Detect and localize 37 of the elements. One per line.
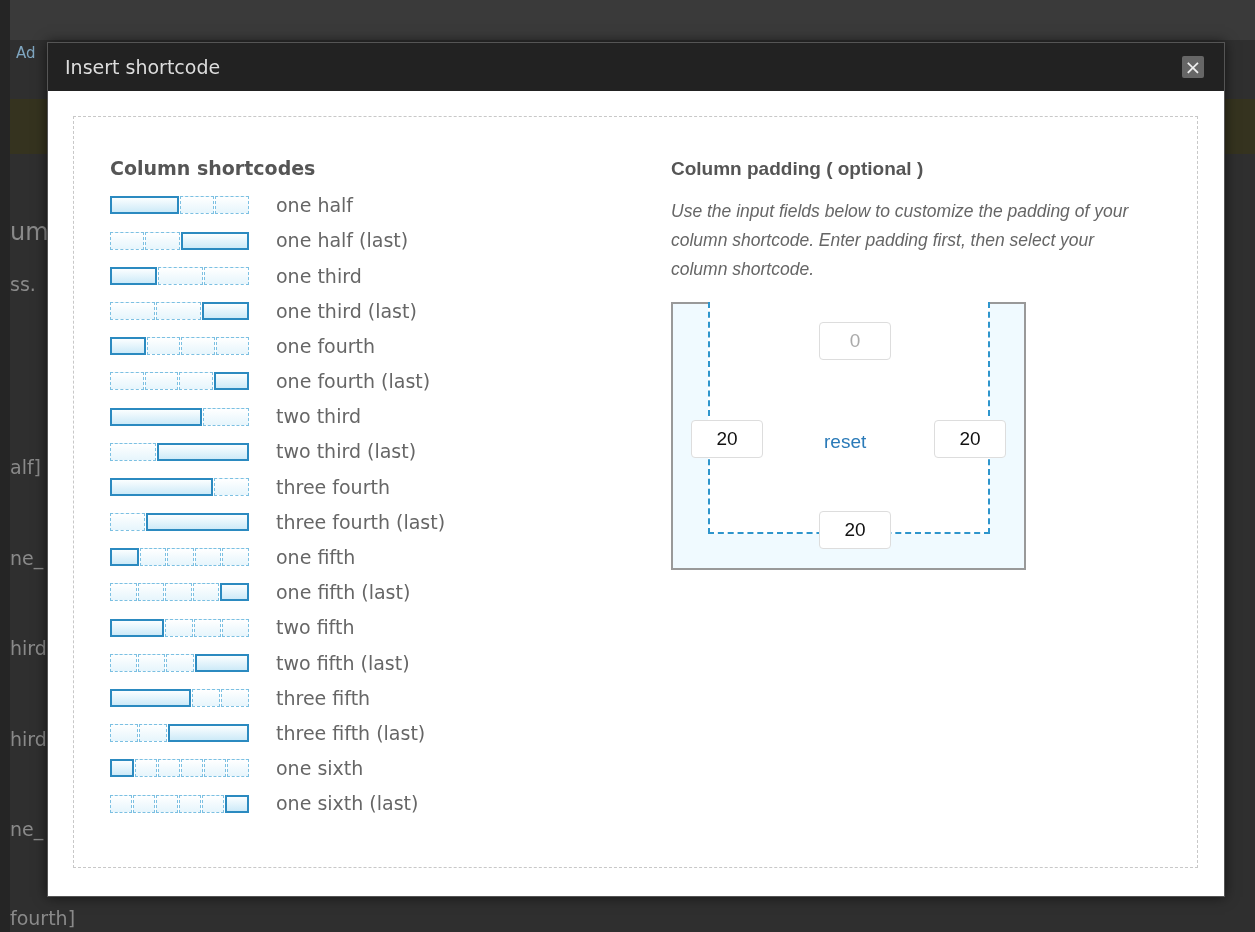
background-text: hird bbox=[10, 726, 47, 752]
instruction-text: Use the input fields below to customize the padding of your column shortcode. Enter padding first, then select your column shortcode. bbox=[671, 199, 1130, 281]
shortcode-option[interactable]: three fifth (last) bbox=[110, 715, 426, 751]
bottom-padding-field[interactable]: 20 bbox=[819, 510, 891, 549]
section-heading: Column shortcodes bbox=[110, 157, 317, 180]
shortcode-option[interactable]: one fourth (last) bbox=[110, 363, 431, 399]
shortcode-option[interactable]: two third (last) bbox=[110, 434, 417, 470]
shortcode-option[interactable]: one half (last) bbox=[110, 223, 409, 259]
shortcode-option[interactable]: three fourth bbox=[110, 469, 390, 505]
background-text: fourth] bbox=[10, 905, 76, 931]
background-text: alf] bbox=[10, 455, 42, 480]
shortcode-option[interactable]: three fifth bbox=[110, 680, 371, 716]
background-heading: um bbox=[10, 216, 49, 248]
right-padding-field[interactable]: 20 bbox=[934, 419, 1006, 458]
dialog-title: Insert shortcode bbox=[65, 54, 221, 80]
close-button[interactable]: × bbox=[1182, 56, 1204, 78]
shortcode-option[interactable]: three fourth (last) bbox=[110, 504, 446, 540]
section-heading: Column padding ( optional ) bbox=[671, 158, 925, 181]
shortcode-option[interactable]: one fifth (last) bbox=[110, 574, 411, 611]
shortcode-option[interactable]: one sixth bbox=[110, 750, 364, 786]
shortcode-option[interactable]: two fifth (last) bbox=[110, 645, 410, 681]
shortcode-option[interactable]: one sixth (last) bbox=[110, 786, 419, 822]
background-text: hird bbox=[10, 636, 47, 661]
background-text: ss. bbox=[10, 271, 36, 297]
shortcode-option[interactable]: two third bbox=[110, 398, 361, 435]
top-padding-field[interactable]: 0 bbox=[819, 321, 891, 360]
background-link-text: Ad bbox=[16, 42, 36, 64]
shortcode-option[interactable]: two fifth bbox=[110, 610, 355, 646]
left-padding-field[interactable]: 20 bbox=[691, 419, 763, 458]
background-text: ne_ bbox=[10, 545, 44, 572]
shortcode-option[interactable]: one third bbox=[110, 258, 362, 294]
reset-link[interactable]: reset bbox=[824, 427, 867, 457]
shortcode-option[interactable]: one fourth bbox=[110, 328, 376, 364]
shortcode-option[interactable]: one third (last) bbox=[110, 293, 417, 329]
background-text: ne_ bbox=[10, 817, 44, 843]
shortcode-option[interactable]: one fifth bbox=[110, 539, 356, 575]
shortcode-option[interactable]: one half bbox=[110, 187, 354, 223]
